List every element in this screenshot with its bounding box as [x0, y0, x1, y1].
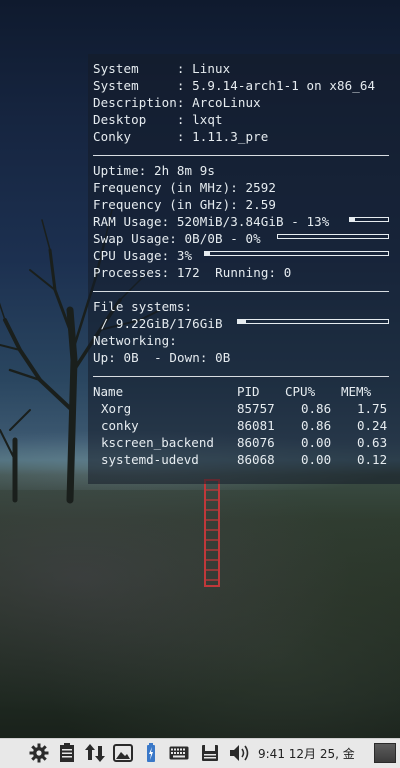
filesystems-label: File systems:	[93, 299, 193, 314]
swap-usage-bar	[277, 234, 389, 239]
upload-value: 0B	[123, 350, 139, 365]
cpu-usage-value: 3%	[176, 248, 193, 263]
process-pid: 85757	[237, 401, 275, 416]
process-name: conky	[101, 418, 139, 433]
swap-usage-value: 0B/0B - 0%	[184, 231, 261, 246]
process-name: kscreen_backend	[101, 435, 214, 450]
uptime-value: 2h 8m 9s	[154, 163, 216, 178]
swap-usage-row: Swap Usage: 0B/0B - 0%	[93, 230, 261, 247]
ram-usage-bar	[349, 217, 389, 222]
system-kernel-label: System :	[93, 78, 185, 93]
volume-icon[interactable]	[229, 742, 251, 764]
description-label: Description:	[93, 95, 185, 110]
filesystem-root-bar-fill	[238, 320, 246, 323]
networking-label: Networking:	[93, 333, 177, 348]
process-cpu: 0.86	[301, 418, 332, 433]
system-os-label: System :	[93, 61, 185, 76]
ram-usage-label: RAM Usage:	[93, 214, 170, 229]
process-pid: 86068	[237, 452, 275, 467]
red-stake	[204, 479, 220, 587]
process-mem: 0.63	[357, 435, 388, 450]
network-transfer-icon[interactable]	[84, 742, 106, 764]
cpu-usage-bar	[204, 251, 389, 256]
processes-value: 172	[176, 265, 200, 280]
process-pid: 86076	[237, 435, 275, 450]
ram-usage-bar-fill	[350, 218, 355, 221]
taskbar-clock[interactable]: 9:41 12月 25, 金	[258, 745, 355, 762]
filesystem-root-bar	[237, 319, 389, 324]
desktop-row: Desktop : lxqt	[93, 111, 223, 128]
conky-version-label: Conky :	[93, 129, 185, 144]
uptime-row: Uptime: 2h 8m 9s	[93, 162, 215, 179]
frequency-ghz-label: Frequency (in GHz):	[93, 197, 238, 212]
process-name: Xorg	[101, 401, 132, 416]
desktop-value: lxqt	[192, 112, 223, 127]
desktop-label: Desktop :	[93, 112, 185, 127]
process-cpu: 0.00	[301, 435, 332, 450]
keyboard-icon[interactable]	[168, 742, 190, 764]
divider	[93, 376, 389, 377]
process-pid: 86081	[237, 418, 275, 433]
system-os-value: Linux	[192, 61, 231, 76]
frequency-mhz-label: Frequency (in MHz):	[93, 180, 238, 195]
running-label: Running:	[215, 265, 277, 280]
cpu-usage-bar-fill	[205, 252, 211, 255]
frequency-ghz-value: 2.59	[245, 197, 277, 212]
cpu-usage-row: CPU Usage: 3%	[93, 247, 192, 264]
download-label: - Down:	[154, 350, 208, 365]
system-kernel-row: System : 5.9.14-arch1-1 on x86_64	[93, 77, 375, 94]
download-value: 0B	[215, 350, 231, 365]
network-row: Up: 0B - Down: 0B	[93, 349, 230, 366]
process-cpu: 0.86	[301, 401, 332, 416]
battery-icon[interactable]	[140, 742, 162, 764]
screenshot-icon[interactable]	[112, 742, 134, 764]
column-header-mem: MEM%	[341, 384, 372, 399]
column-header-name: Name	[93, 384, 124, 399]
settings-gear-icon[interactable]	[28, 742, 50, 764]
cpu-usage-label: CPU Usage:	[93, 248, 170, 263]
ram-usage-value: 520MiB/3.84GiB - 13%	[176, 214, 330, 229]
swap-usage-label: Swap Usage:	[93, 231, 177, 246]
conky-version-value: 1.11.3_pre	[192, 129, 269, 144]
process-mem: 0.24	[357, 418, 388, 433]
system-os-row: System : Linux	[93, 60, 230, 77]
process-mem: 0.12	[357, 452, 388, 467]
removable-drive-icon[interactable]	[199, 742, 221, 764]
upload-label: Up:	[93, 350, 116, 365]
filesystem-root-value: / 9.22GiB/176GiB	[93, 316, 223, 331]
show-desktop-icon[interactable]	[374, 743, 396, 763]
description-value: ArcoLinux	[192, 95, 261, 110]
uptime-label: Uptime:	[93, 163, 147, 178]
column-header-pid: PID	[237, 384, 260, 399]
processes-row: Processes: 172 Running: 0	[93, 264, 291, 281]
column-header-cpu: CPU%	[285, 384, 316, 399]
process-cpu: 0.00	[301, 452, 332, 467]
frequency-mhz-row: Frequency (in MHz): 2592	[93, 179, 276, 196]
conky-version-row: Conky : 1.11.3_pre	[93, 128, 268, 145]
system-kernel-value: 5.9.14-arch1-1 on x86_64	[192, 78, 376, 93]
process-name: systemd-udevd	[101, 452, 199, 467]
frequency-mhz-value: 2592	[245, 180, 277, 195]
divider	[93, 291, 389, 292]
process-mem: 1.75	[357, 401, 388, 416]
divider	[93, 155, 389, 156]
clipboard-icon[interactable]	[56, 742, 78, 764]
ram-usage-row: RAM Usage: 520MiB/3.84GiB - 13%	[93, 213, 329, 230]
frequency-ghz-row: Frequency (in GHz): 2.59	[93, 196, 276, 213]
processes-label: Processes:	[93, 265, 170, 280]
running-value: 0	[283, 265, 292, 280]
description-row: Description: ArcoLinux	[93, 94, 261, 111]
